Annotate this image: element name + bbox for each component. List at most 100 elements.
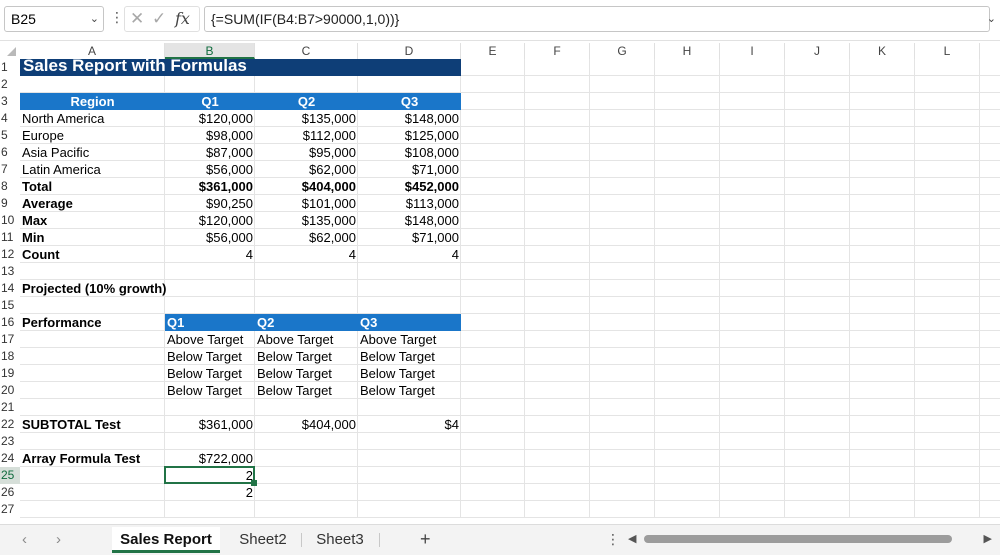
row-header-17[interactable]: 17: [0, 331, 20, 348]
column-header-k[interactable]: K: [850, 43, 915, 59]
row-header-13[interactable]: 13: [0, 263, 20, 280]
data-cell[interactable]: $108,000: [358, 144, 461, 161]
performance-cell[interactable]: Below Target: [255, 348, 358, 365]
subtotal-cell[interactable]: $4: [358, 416, 461, 433]
scroll-right-icon[interactable]: ▶: [984, 532, 992, 545]
performance-header-cell[interactable]: Q1: [165, 314, 255, 331]
data-cell[interactable]: Europe: [20, 127, 165, 144]
spreadsheet-grid[interactable]: ABCDEFGHIJKL 1 2 3 4 5 6 7 8 9 10 11 12 13 14 15 16 17 18…: [0, 43, 1000, 524]
row-header-27[interactable]: 27: [0, 501, 20, 518]
sheet-title-cell[interactable]: Sales Report with Formulas: [20, 59, 461, 76]
summary-cell[interactable]: Max: [20, 212, 165, 229]
column-header-d[interactable]: D: [358, 43, 461, 59]
row-header-9[interactable]: 9: [0, 195, 20, 212]
summary-cell[interactable]: $135,000: [255, 212, 358, 229]
row-header-12[interactable]: 12: [0, 246, 20, 263]
row-header-26[interactable]: 26: [0, 484, 20, 501]
active-cell-outline[interactable]: [164, 466, 255, 484]
data-cell[interactable]: $95,000: [255, 144, 358, 161]
fill-handle[interactable]: [251, 480, 257, 486]
summary-cell[interactable]: Total: [20, 178, 165, 195]
row-header-3[interactable]: 3: [0, 93, 20, 110]
performance-header-cell[interactable]: Q3: [358, 314, 461, 331]
column-header-g[interactable]: G: [590, 43, 655, 59]
row-header-21[interactable]: 21: [0, 399, 20, 416]
row-header-4[interactable]: 4: [0, 110, 20, 127]
row-header-6[interactable]: 6: [0, 144, 20, 161]
performance-cell[interactable]: Below Target: [358, 382, 461, 399]
performance-cell[interactable]: Above Target: [165, 331, 255, 348]
performance-cell[interactable]: Above Target: [358, 331, 461, 348]
summary-cell[interactable]: $113,000: [358, 195, 461, 212]
row-header-7[interactable]: 7: [0, 161, 20, 178]
column-header-e[interactable]: E: [461, 43, 525, 59]
summary-cell[interactable]: $71,000: [358, 229, 461, 246]
subtotal-cell[interactable]: $361,000: [165, 416, 255, 433]
column-header-c[interactable]: C: [255, 43, 358, 59]
row-header-23[interactable]: 23: [0, 433, 20, 450]
projected-label-cell[interactable]: Projected (10% growth): [20, 280, 166, 297]
data-cell[interactable]: $135,000: [255, 110, 358, 127]
row-header-20[interactable]: 20: [0, 382, 20, 399]
row-header-14[interactable]: 14: [0, 280, 20, 297]
data-cell[interactable]: $125,000: [358, 127, 461, 144]
x-icon[interactable]: ✕: [130, 9, 144, 29]
row-header-18[interactable]: 18: [0, 348, 20, 365]
summary-cell[interactable]: $452,000: [358, 178, 461, 195]
table-header-cell[interactable]: Q3: [358, 93, 461, 110]
row-header-16[interactable]: 16: [0, 314, 20, 331]
row-header-2[interactable]: 2: [0, 76, 20, 93]
summary-cell[interactable]: $148,000: [358, 212, 461, 229]
tab-sheet3[interactable]: Sheet3: [303, 527, 377, 553]
summary-cell[interactable]: 4: [165, 246, 255, 263]
summary-cell[interactable]: Average: [20, 195, 165, 212]
name-box[interactable]: B25 ⌄: [4, 6, 104, 32]
performance-cell[interactable]: Above Target: [255, 331, 358, 348]
summary-cell[interactable]: $56,000: [165, 229, 255, 246]
summary-cell[interactable]: $120,000: [165, 212, 255, 229]
data-cell[interactable]: Latin America: [20, 161, 165, 178]
column-header-h[interactable]: H: [655, 43, 720, 59]
row-header-8[interactable]: 8: [0, 178, 20, 195]
more-options-icon[interactable]: ⋮: [110, 9, 124, 26]
chevron-left-icon[interactable]: ‹: [22, 531, 27, 548]
row-header-1[interactable]: 1: [0, 59, 20, 76]
check-icon[interactable]: ✓: [152, 9, 166, 29]
row-header-15[interactable]: 15: [0, 297, 20, 314]
expand-formula-icon[interactable]: ⌄: [987, 12, 996, 25]
table-header-cell[interactable]: Q2: [255, 93, 358, 110]
table-header-cell[interactable]: Q1: [165, 93, 255, 110]
add-sheet-icon[interactable]: +: [420, 529, 431, 550]
summary-cell[interactable]: $404,000: [255, 178, 358, 195]
summary-cell[interactable]: 4: [358, 246, 461, 263]
data-cell[interactable]: North America: [20, 110, 165, 127]
row-header-10[interactable]: 10: [0, 212, 20, 229]
data-cell[interactable]: $62,000: [255, 161, 358, 178]
function-icon[interactable]: fx: [175, 9, 190, 28]
table-header-cell[interactable]: Region: [20, 93, 165, 110]
horizontal-scrollbar[interactable]: ◀ ▶: [628, 532, 992, 546]
data-cell[interactable]: $148,000: [358, 110, 461, 127]
array-formula-cell[interactable]: $722,000: [165, 450, 255, 467]
summary-cell[interactable]: Count: [20, 246, 165, 263]
summary-cell[interactable]: 4: [255, 246, 358, 263]
scroll-left-icon[interactable]: ◀: [628, 532, 636, 545]
row-header-22[interactable]: 22: [0, 416, 20, 433]
tab-sales-report[interactable]: Sales Report: [112, 527, 220, 553]
scrollbar-thumb[interactable]: [644, 535, 952, 543]
array-formula-cell[interactable]: 2: [165, 484, 255, 501]
column-header-f[interactable]: F: [525, 43, 590, 59]
data-cell[interactable]: $71,000: [358, 161, 461, 178]
performance-cell[interactable]: Below Target: [358, 348, 461, 365]
column-header-i[interactable]: I: [720, 43, 785, 59]
performance-cell[interactable]: Below Target: [255, 365, 358, 382]
summary-cell[interactable]: $90,250: [165, 195, 255, 212]
performance-cell[interactable]: Below Target: [165, 348, 255, 365]
performance-cell[interactable]: Below Target: [165, 382, 255, 399]
performance-header-cell[interactable]: Q2: [255, 314, 358, 331]
performance-cell[interactable]: Below Target: [165, 365, 255, 382]
column-header-j[interactable]: J: [785, 43, 850, 59]
summary-cell[interactable]: $101,000: [255, 195, 358, 212]
performance-label-cell[interactable]: Performance: [20, 314, 165, 331]
summary-cell[interactable]: Min: [20, 229, 165, 246]
